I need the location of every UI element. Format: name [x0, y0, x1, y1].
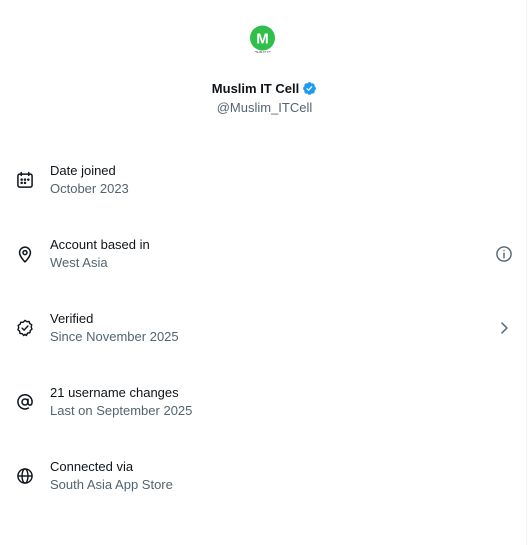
avatar-letter: M [256, 31, 269, 48]
row-subtitle: Since November 2025 [50, 329, 179, 344]
list-item-verified[interactable]: Verified Since November 2025 [0, 298, 529, 358]
row-title: Account based in [50, 237, 150, 252]
row-title: Date joined [50, 163, 116, 178]
profile-handle: @Muslim_ITCell [216, 100, 313, 115]
row-subtitle: October 2023 [50, 181, 129, 196]
row-title: Connected via [50, 459, 134, 474]
at-sign-icon [15, 392, 35, 412]
chevron-right-icon[interactable] [494, 318, 514, 338]
display-name[interactable]: Muslim IT Cell [212, 80, 299, 97]
name-row: Muslim IT Cell [0, 80, 529, 97]
info-icon[interactable] [494, 244, 514, 264]
avatar[interactable]: M MUSLIM IT CELL [248, 25, 277, 54]
row-title: Verified [50, 311, 94, 326]
list-item-username-changes: 21 username changes Last on September 20… [0, 372, 529, 432]
row-subtitle: Last on September 2025 [50, 403, 193, 418]
list-item-account-based-in: Account based in West Asia [0, 224, 529, 284]
verified-badge-icon[interactable] [302, 81, 317, 96]
globe-icon [15, 466, 35, 486]
row-subtitle: South Asia App Store [50, 477, 173, 492]
row-subtitle: West Asia [50, 255, 108, 270]
location-pin-icon [15, 244, 35, 264]
row-title: 21 username changes [50, 385, 179, 400]
verified-check-icon [15, 318, 35, 338]
list-item-connected-via: Connected via South Asia App Store [0, 446, 529, 506]
list-item-date-joined: Date joined October 2023 [0, 150, 529, 210]
calendar-icon [15, 170, 35, 190]
avatar-caption: MUSLIM IT CELL [250, 50, 275, 54]
